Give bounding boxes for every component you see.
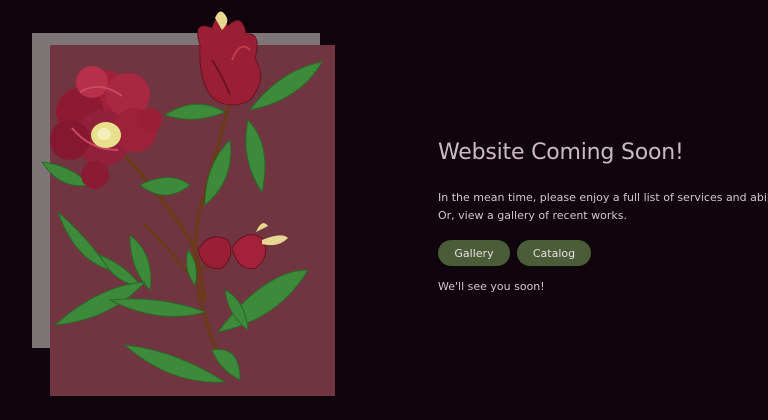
intro-line-services: In the mean time, please enjoy a full li… [438,191,768,204]
artwork-panel [0,0,360,420]
page-title: Website Coming Soon! [438,140,684,165]
gallery-button[interactable]: Gallery [438,240,510,266]
intro-text: In the mean time, please enjoy a full li… [438,189,768,225]
painted-flower-icon [41,11,323,383]
intro-line-gallery: Or, view a gallery of recent works. [438,209,627,222]
announcement: Website Coming Soon! In the mean time, p… [438,138,768,296]
coming-soon-page: Website Coming Soon! In the mean time, p… [0,0,768,420]
closing-message: We'll see you soon! [438,280,545,293]
catalog-button[interactable]: Catalog [517,240,591,266]
action-buttons: Gallery Catalog [438,240,758,266]
